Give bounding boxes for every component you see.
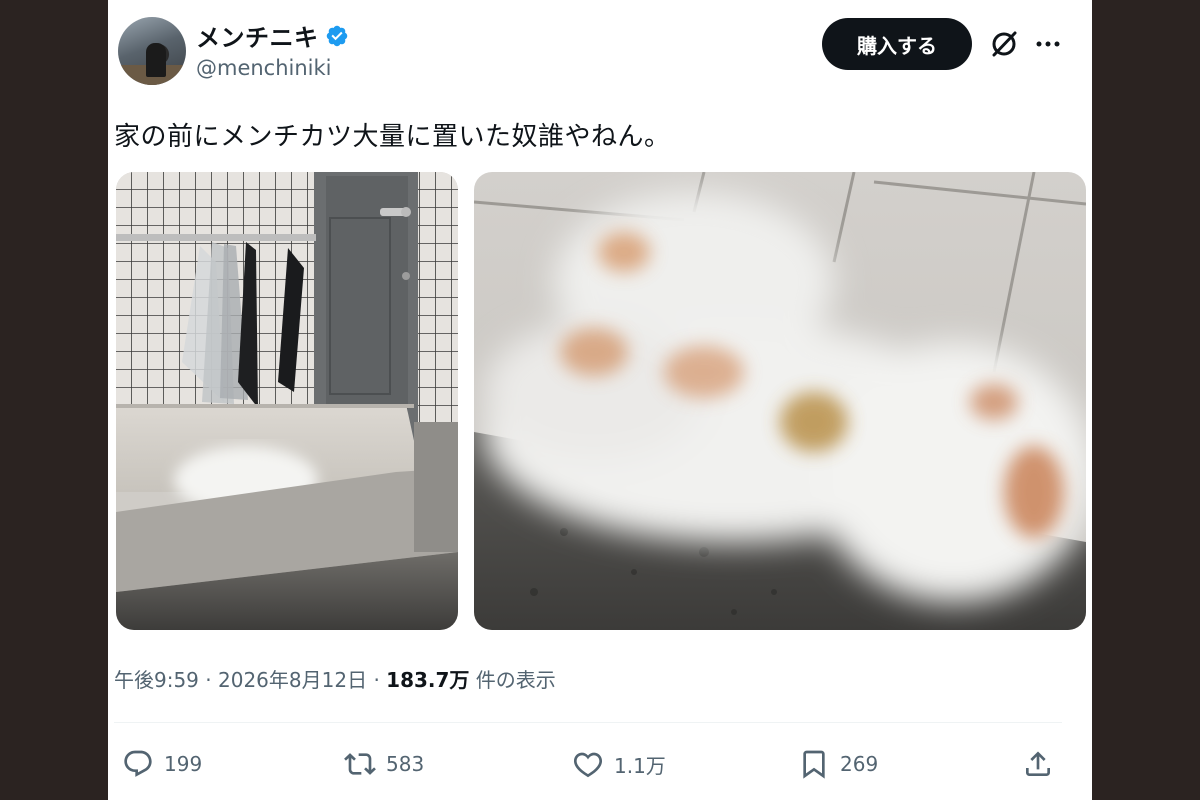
reply-count: 199: [164, 752, 203, 776]
like-count: 1.1万: [614, 753, 666, 778]
reply-icon: [124, 750, 152, 777]
more-options-icon[interactable]: [1032, 28, 1064, 60]
heart-icon: [573, 752, 603, 778]
like-button[interactable]: 1.1万: [572, 746, 666, 782]
tweet-photo-doorway[interactable]: [116, 172, 458, 630]
tweet-meta: 午後9:59 · 2026年8月12日 · 183.7万 件の表示: [114, 664, 556, 693]
repost-icon: [344, 753, 376, 775]
reply-button[interactable]: 199: [122, 746, 202, 782]
repost-count: 583: [386, 752, 425, 776]
tweet-date[interactable]: 2026年8月12日: [218, 668, 367, 692]
repost-button[interactable]: 583: [344, 746, 424, 782]
meta-separator: ·: [373, 668, 380, 692]
grok-icon[interactable]: [988, 28, 1020, 60]
share-button[interactable]: [1022, 746, 1054, 782]
display-name[interactable]: メンチニキ: [196, 18, 319, 53]
tweet-time[interactable]: 午後9:59: [114, 668, 199, 692]
author-name-row[interactable]: メンチニキ: [196, 18, 349, 53]
divider: [114, 722, 1062, 723]
tweet-photo-closeup[interactable]: [474, 172, 1086, 630]
avatar[interactable]: [118, 17, 186, 85]
verified-badge-icon: [326, 25, 347, 46]
share-icon: [1026, 751, 1050, 776]
bookmark-icon: [803, 750, 825, 779]
subscribe-button[interactable]: 購入する: [822, 18, 972, 70]
tweet-card: メンチニキ @menchiniki 購入する 家の前にメンチカツ大量に置いた奴誰…: [108, 0, 1092, 800]
bookmark-button[interactable]: 269: [798, 746, 878, 782]
handle[interactable]: @menchiniki: [196, 56, 332, 80]
tweet-text: 家の前にメンチカツ大量に置いた奴誰やねん。: [114, 122, 671, 152]
views-label: 件の表示: [475, 668, 556, 692]
meta-separator: ·: [205, 668, 212, 692]
views-count: 183.7万: [386, 668, 470, 692]
bookmark-count: 269: [840, 752, 879, 776]
